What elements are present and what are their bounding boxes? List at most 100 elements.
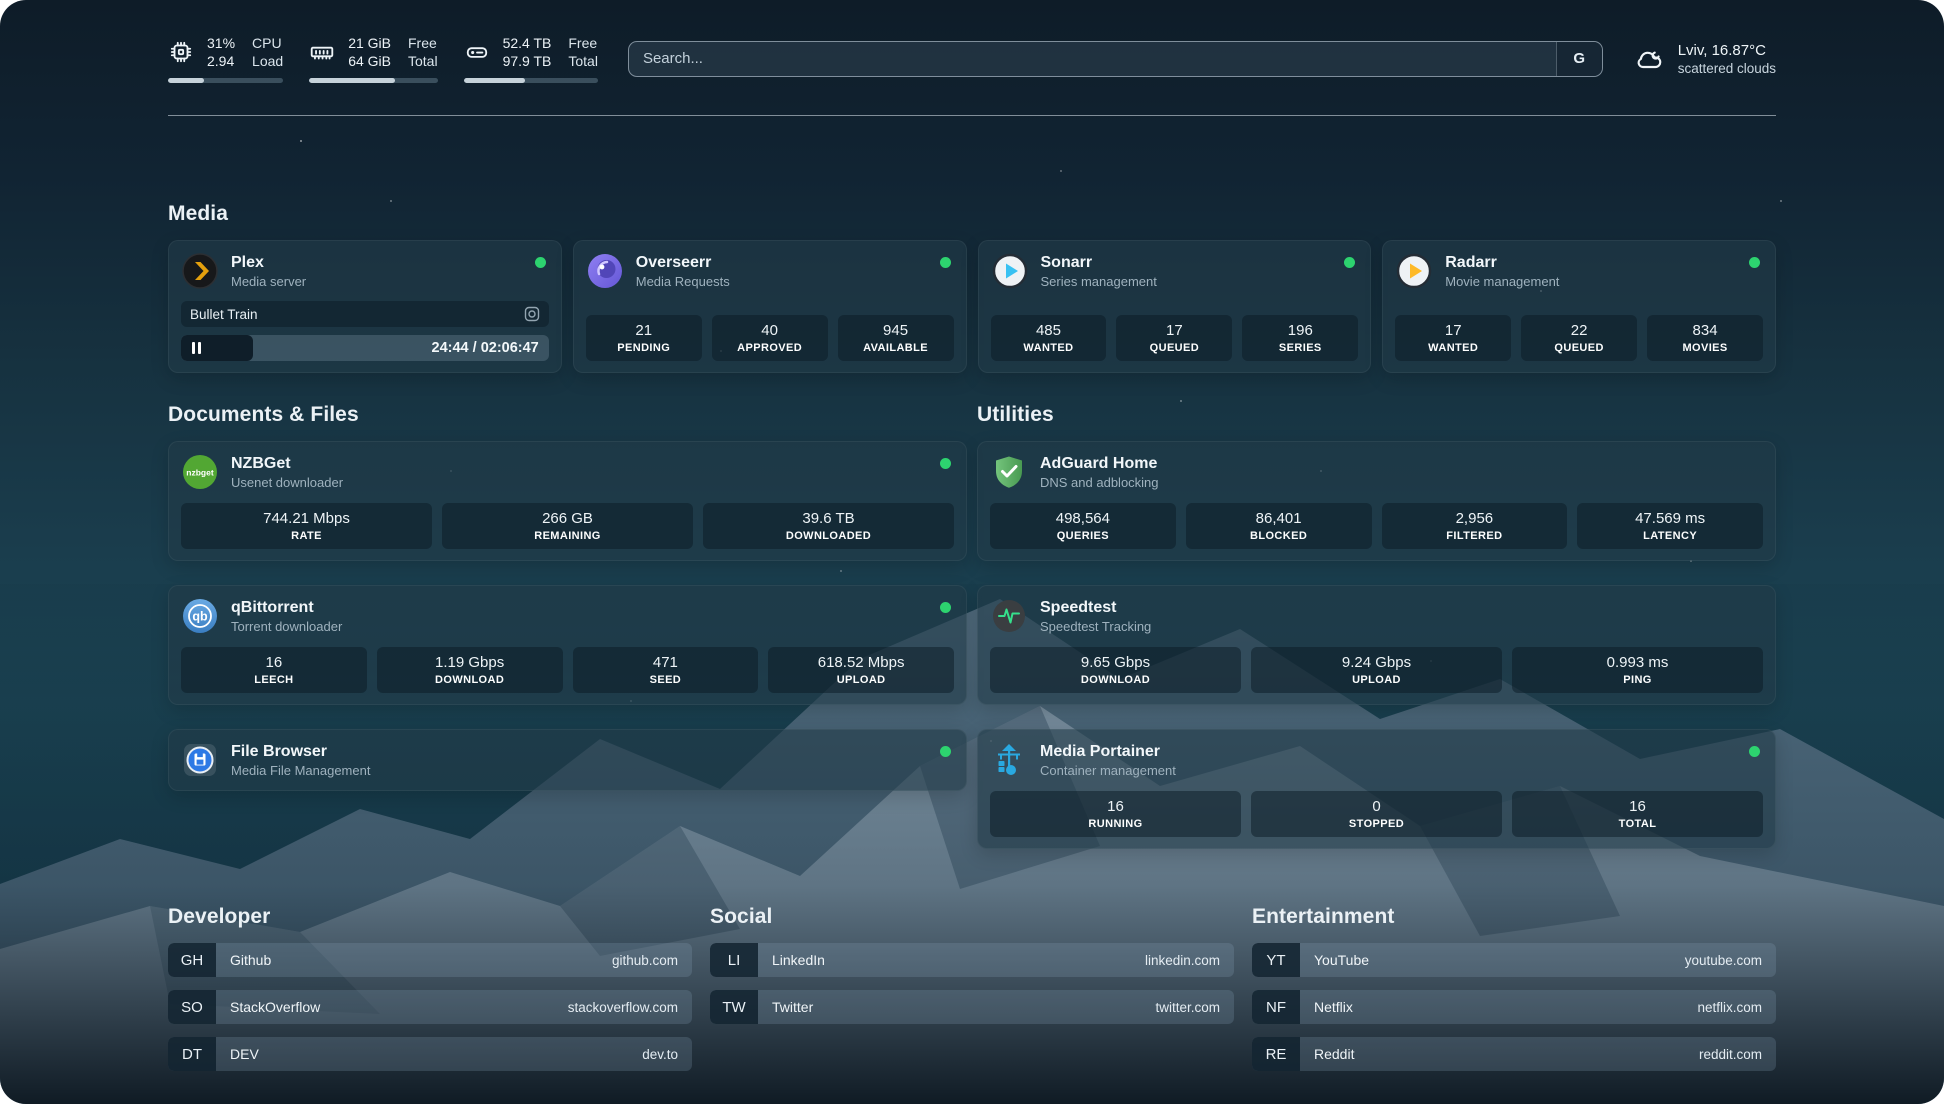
disk-progress-bar [464, 78, 598, 83]
section-title-utilities: Utilities [977, 403, 1776, 427]
service-card-adguard-home[interactable]: AdGuard HomeDNS and adblocking498,564QUE… [977, 441, 1776, 561]
bookmark-reddit[interactable]: RERedditreddit.com [1252, 1037, 1776, 1071]
card-header: PlexMedia server [181, 252, 549, 290]
service-card-overseerr[interactable]: OverseerrMedia Requests21PENDING40APPROV… [573, 240, 967, 373]
stat-value: 22 [1525, 322, 1633, 339]
card-header: OverseerrMedia Requests [586, 252, 954, 290]
stat-label: PENDING [590, 342, 698, 354]
disk-total-value: 97.9 TB [503, 52, 552, 70]
stat-box-downloaded: 39.6 TBDOWNLOADED [703, 503, 954, 549]
service-card-plex[interactable]: PlexMedia server Bullet Train 24:44 / 02:0… [168, 240, 562, 373]
plex-icon [181, 252, 219, 290]
service-subtitle: Media File Management [231, 763, 370, 778]
bookmark-twitter[interactable]: TWTwittertwitter.com [710, 990, 1234, 1024]
stat-box-running: 16RUNNING [990, 791, 1241, 837]
bookmark-youtube[interactable]: YTYouTubeyoutube.com [1252, 943, 1776, 977]
radarr-icon [1395, 252, 1433, 290]
service-card-qbittorrent[interactable]: qbqBittorrentTorrent downloader16LEECH1.… [168, 585, 967, 705]
section-title-documents: Documents & Files [168, 403, 967, 427]
stat-value: 945 [842, 322, 950, 339]
stat-value: 266 GB [446, 510, 689, 527]
stat-label: LEECH [185, 674, 363, 686]
bookmark-linkedin[interactable]: LILinkedInlinkedin.com [710, 943, 1234, 977]
qbittorrent-icon: qb [181, 597, 219, 635]
bookmark-stackoverflow[interactable]: SOStackOverflowstackoverflow.com [168, 990, 692, 1024]
bookmark-github[interactable]: GHGithubgithub.com [168, 943, 692, 977]
stat-label: APPROVED [716, 342, 824, 354]
bookmark-url: linkedin.com [1145, 953, 1220, 968]
service-card-speedtest[interactable]: SpeedtestSpeedtest Tracking9.65 GbpsDOWN… [977, 585, 1776, 705]
service-subtitle: Media server [231, 274, 306, 289]
disk-label-1: Free [568, 34, 598, 52]
cpu-values: 31% 2.94 CPU Load [207, 34, 283, 70]
stat-label: SERIES [1246, 342, 1354, 354]
section-social: Social LILinkedInlinkedin.com TWTwittertw… [710, 905, 1234, 1084]
stat-value: 40 [716, 322, 824, 339]
memory-free-value: 21 GiB [348, 34, 391, 52]
memory-progress-fill [309, 78, 395, 83]
search-provider-button[interactable]: G [1556, 42, 1602, 76]
card-meta: OverseerrMedia Requests [636, 254, 730, 289]
stat-value: 196 [1246, 322, 1354, 339]
stat-label: RATE [185, 530, 428, 542]
bookmark-netflix[interactable]: NFNetflixnetflix.com [1252, 990, 1776, 1024]
cpu-chip-icon [168, 39, 194, 65]
stat-label: MOVIES [1651, 342, 1759, 354]
service-name: NZBGet [231, 455, 343, 473]
service-card-file-browser[interactable]: File Browser Media File Management [168, 729, 967, 791]
svg-text:nzbget: nzbget [186, 468, 214, 478]
service-name: File Browser [231, 743, 370, 761]
stat-label: WANTED [1399, 342, 1507, 354]
stat-box-seed: 471SEED [573, 647, 759, 693]
resource-widgets: 31% 2.94 CPU Load [168, 34, 598, 83]
bookmark-name: DEV [230, 1046, 259, 1062]
media-grid: PlexMedia server Bullet Train 24:44 / 02:0… [168, 240, 1776, 373]
service-card-radarr[interactable]: RadarrMovie management17WANTED22QUEUED83… [1382, 240, 1776, 373]
service-card-media-portainer[interactable]: Media Portainer Container management 16RUN… [977, 729, 1776, 849]
now-playing-row: Bullet Train [181, 301, 549, 327]
stat-box-series: 196 SERIES [1242, 315, 1358, 361]
stat-box-available: 945AVAILABLE [838, 315, 954, 361]
memory-widget: 21 GiB 64 GiB Free Total [309, 34, 437, 83]
bookmark-abbr: GH [168, 943, 216, 977]
search-input[interactable] [629, 42, 1556, 76]
service-subtitle: Series management [1041, 274, 1157, 289]
status-online-indicator [940, 602, 951, 613]
stat-value: 47.569 ms [1581, 510, 1759, 527]
disk-free-value: 52.4 TB [503, 34, 552, 52]
bookmark-abbr: NF [1252, 990, 1300, 1024]
pause-icon[interactable] [192, 342, 202, 354]
weather-location: Lviv, 16.87°C [1678, 41, 1776, 61]
card-meta: AdGuard HomeDNS and adblocking [1040, 455, 1159, 490]
service-name: Media Portainer [1040, 743, 1176, 761]
service-subtitle: Container management [1040, 763, 1176, 778]
card-header: SonarrSeries management [991, 252, 1359, 290]
service-card-nzbget[interactable]: nzbgetNZBGetUsenet downloader744.21 Mbps… [168, 441, 967, 561]
session-details-icon[interactable] [524, 306, 540, 322]
bookmark-url: stackoverflow.com [568, 1000, 678, 1015]
stats-row: 17WANTED22QUEUED834MOVIES [1395, 315, 1763, 361]
speedtest-icon [990, 597, 1028, 635]
bookmark-dev[interactable]: DTDEVdev.to [168, 1037, 692, 1071]
bookmark-url: reddit.com [1699, 1047, 1762, 1062]
section-entertainment: Entertainment YTYouTubeyoutube.com NFNetf… [1252, 905, 1776, 1084]
service-card-sonarr[interactable]: SonarrSeries management485WANTED17QUEUED… [978, 240, 1372, 373]
stat-value: 9.24 Gbps [1255, 654, 1498, 671]
stat-label: UPLOAD [772, 674, 950, 686]
playback-progress-bar[interactable]: 24:44 / 02:06:47 [181, 335, 549, 361]
weather-widget[interactable]: Lviv, 16.87°C scattered clouds [1633, 41, 1776, 76]
bookmark-url: github.com [612, 953, 678, 968]
stat-value: 39.6 TB [707, 510, 950, 527]
status-online-indicator [940, 746, 951, 757]
stat-label: SEED [577, 674, 755, 686]
section-title-entertainment: Entertainment [1252, 905, 1776, 929]
disk-label-2: Total [568, 52, 598, 70]
developer-links: GHGithubgithub.com SOStackOverflowstackov… [168, 943, 692, 1071]
utilities-card-stack: AdGuard HomeDNS and adblocking498,564QUE… [977, 441, 1776, 849]
bookmark-url: twitter.com [1155, 1000, 1220, 1015]
section-title-social: Social [710, 905, 1234, 929]
card-header: qbqBittorrentTorrent downloader [181, 597, 954, 635]
stat-value: 16 [185, 654, 363, 671]
disk-widget: 52.4 TB 97.9 TB Free Total [464, 34, 598, 83]
stat-label: PING [1516, 674, 1759, 686]
